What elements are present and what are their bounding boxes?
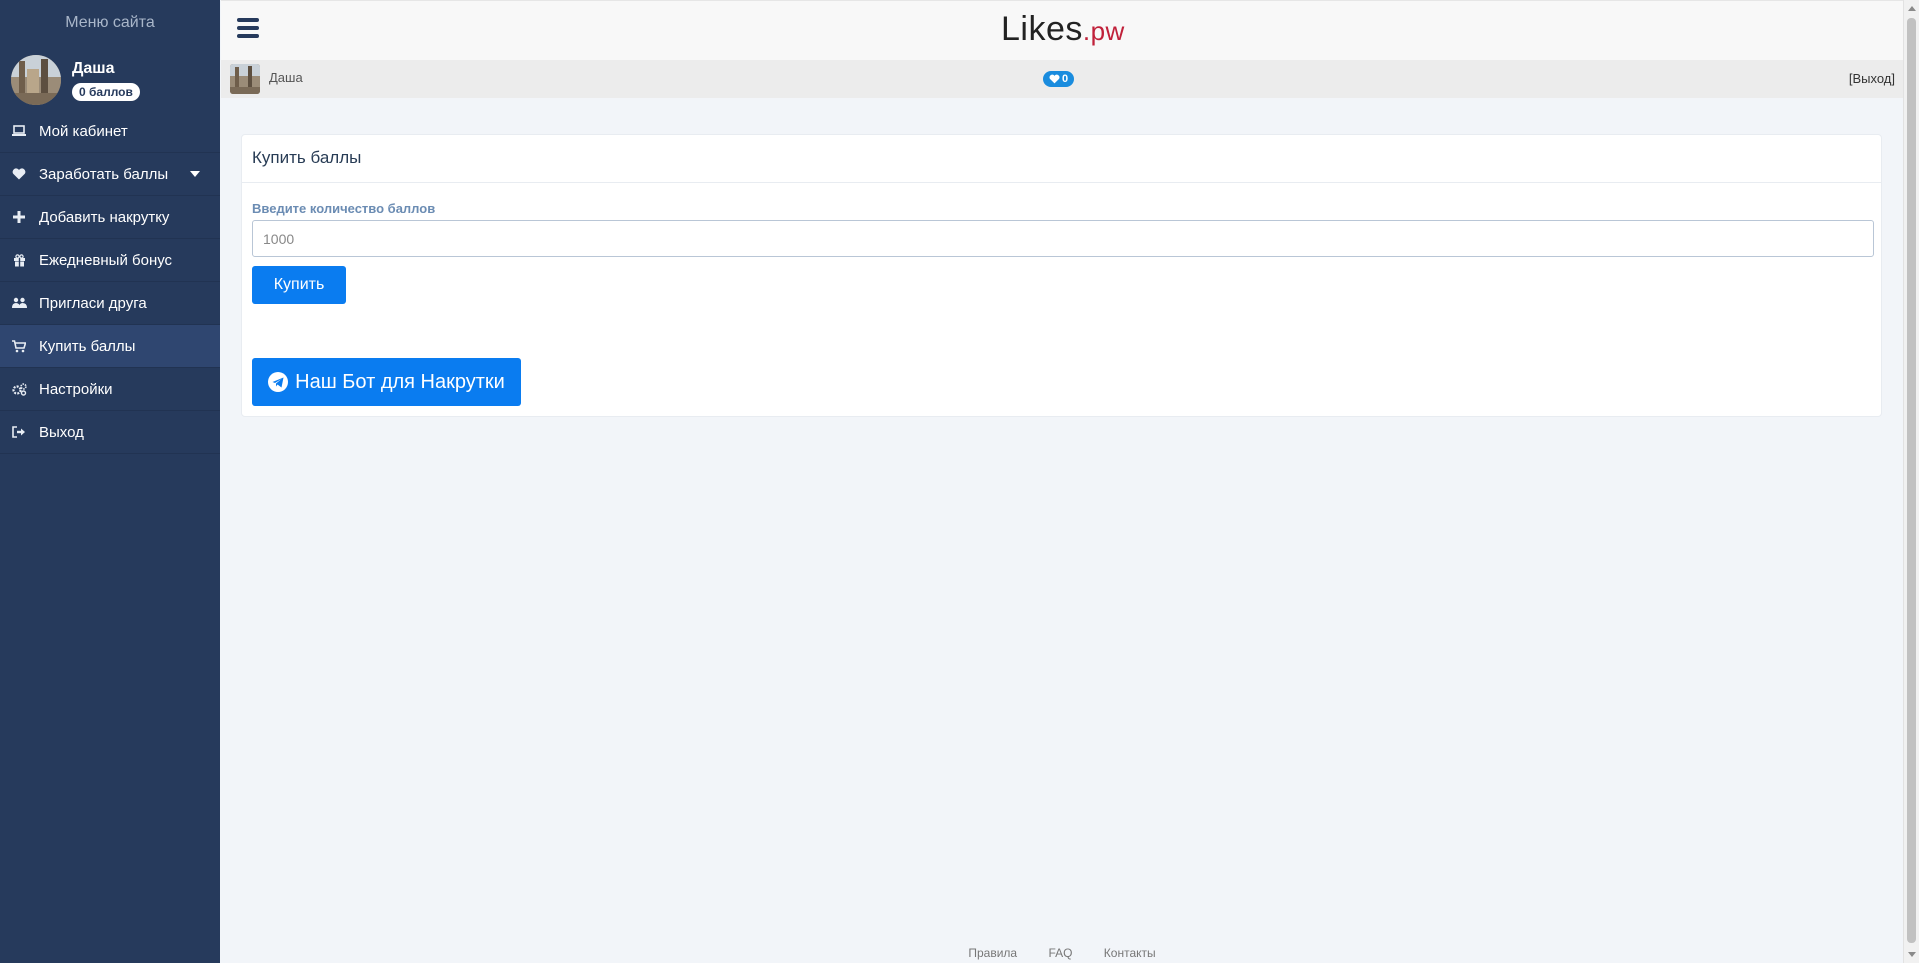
- logo-suffix: .pw: [1082, 16, 1125, 46]
- logout-link[interactable]: [Выход]: [1849, 71, 1895, 86]
- scrollbar[interactable]: [1903, 0, 1919, 963]
- bot-button-label: Наш Бот для Накрутки: [295, 370, 505, 393]
- logo-main: Likes: [1001, 10, 1083, 48]
- sidebar-item-daily-bonus[interactable]: Ежедневный бонус: [0, 239, 220, 282]
- laptop-icon: [10, 122, 28, 140]
- points-badge: 0 баллов: [72, 82, 140, 101]
- buy-points-card: Купить баллы Введите количество баллов К…: [241, 134, 1882, 417]
- profile-block: Даша 0 баллов: [0, 40, 220, 110]
- sidebar-item-label: Выход: [39, 423, 84, 441]
- gears-icon: [10, 380, 28, 398]
- sign-out-icon: [10, 423, 28, 441]
- scroll-up-arrow-icon[interactable]: [1908, 6, 1916, 11]
- avatar[interactable]: [230, 64, 260, 94]
- scroll-down-arrow-icon[interactable]: [1908, 952, 1916, 957]
- footer-link-contacts[interactable]: Контакты: [1104, 946, 1156, 960]
- sidebar-item-my-cabinet[interactable]: Мой кабинет: [0, 110, 220, 153]
- points-quantity-input[interactable]: [252, 220, 1874, 257]
- gift-icon: [10, 251, 28, 269]
- telegram-icon: [268, 372, 289, 392]
- sidebar-item-label: Мой кабинет: [39, 122, 128, 140]
- sidebar-menu: Мой кабинет Заработать баллы Добавить на…: [0, 110, 220, 454]
- sidebar-item-buy-points[interactable]: Купить баллы: [0, 325, 220, 368]
- avatar[interactable]: [11, 55, 61, 105]
- sidebar-item-earn-points[interactable]: Заработать баллы: [0, 153, 220, 196]
- sidebar-title: Меню сайта: [65, 14, 155, 31]
- sidebar-item-logout[interactable]: Выход: [0, 411, 220, 454]
- footer: Правила FAQ Контакты: [221, 946, 1903, 960]
- telegram-bot-button[interactable]: Наш Бот для Накрутки: [252, 358, 521, 406]
- footer-link-faq[interactable]: FAQ: [1048, 946, 1072, 960]
- quantity-label: Введите количество баллов: [252, 201, 436, 216]
- users-icon: [10, 294, 28, 312]
- chevron-down-icon[interactable]: [190, 171, 200, 177]
- hamburger-menu-icon[interactable]: [237, 18, 259, 38]
- sidebar-item-label: Добавить накрутку: [39, 208, 170, 226]
- scrollbar-thumb[interactable]: [1907, 18, 1916, 943]
- plus-icon: [10, 208, 28, 226]
- likes-count: 0: [1062, 73, 1069, 85]
- sidebar: Меню сайта Даша 0 баллов Мой кабинет Зар…: [0, 0, 220, 963]
- user-name-link[interactable]: Даша: [269, 70, 303, 85]
- user-bar: Даша 0 [Выход]: [221, 60, 1903, 98]
- sidebar-item-invite-friend[interactable]: Пригласи друга: [0, 282, 220, 325]
- sidebar-item-label: Настройки: [39, 380, 113, 398]
- sidebar-item-add-boost[interactable]: Добавить накрутку: [0, 196, 220, 239]
- sidebar-item-settings[interactable]: Настройки: [0, 368, 220, 411]
- heart-icon: [1049, 74, 1060, 84]
- card-title: Купить баллы: [242, 135, 1881, 183]
- sidebar-item-label: Заработать баллы: [39, 165, 169, 183]
- sidebar-item-label: Пригласи друга: [39, 294, 147, 312]
- site-logo[interactable]: Likes.pw: [1001, 10, 1125, 49]
- top-header: Likes.pw: [221, 0, 1903, 60]
- sidebar-item-label: Ежедневный бонус: [39, 251, 173, 269]
- footer-link-rules[interactable]: Правила: [968, 946, 1017, 960]
- cart-icon: [10, 337, 28, 355]
- likes-badge[interactable]: 0: [1043, 71, 1075, 87]
- profile-name: Даша: [72, 59, 115, 77]
- sidebar-item-label: Купить баллы: [39, 337, 136, 355]
- heart-icon: [10, 165, 28, 183]
- buy-button[interactable]: Купить: [252, 266, 346, 304]
